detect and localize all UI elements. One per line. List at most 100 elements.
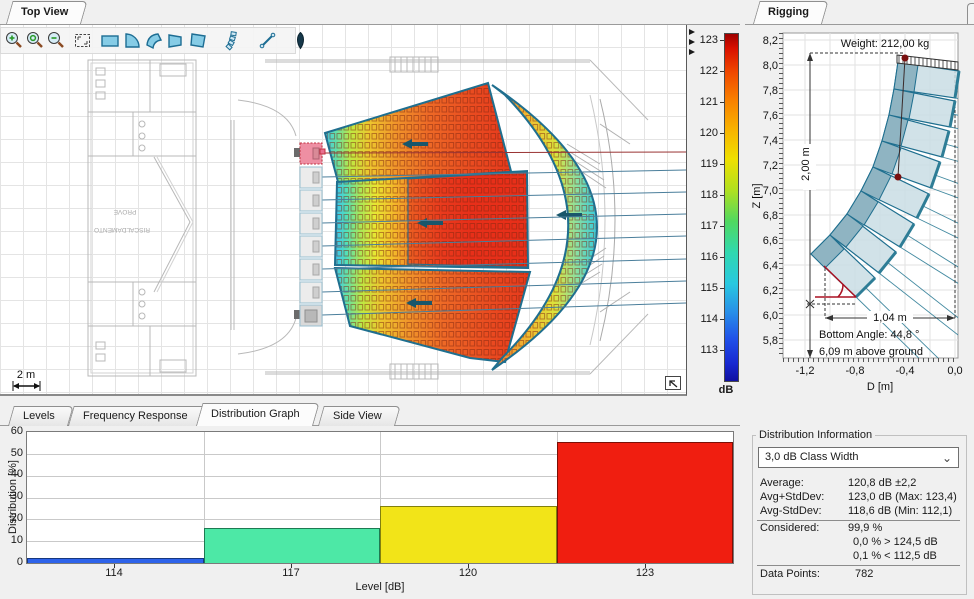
source-8[interactable] xyxy=(294,305,322,326)
chart-x-tick: 120 xyxy=(448,567,488,579)
source-3[interactable] xyxy=(300,190,322,211)
height-dimension-label: 2,00 m xyxy=(800,147,812,181)
weight-label: Weight: 212,00 kg xyxy=(841,38,929,50)
tab-rigging[interactable]: Rigging xyxy=(753,1,822,24)
zoom-in-icon xyxy=(3,30,24,51)
tab-distribution-graph[interactable]: Distribution Graph xyxy=(196,403,313,426)
colorbar-tick: 115 xyxy=(687,282,718,294)
spl-prediction-app: Top View xyxy=(0,0,974,599)
chart-y-tick: 40 xyxy=(2,468,23,480)
map-toolbar xyxy=(0,27,296,54)
map-scale-marker: 2 m xyxy=(13,369,40,391)
source-7[interactable] xyxy=(300,282,322,303)
distribution-bar-117[interactable] xyxy=(204,528,381,563)
line-source-tool-icon xyxy=(257,30,278,51)
stairs-top xyxy=(390,57,438,72)
svg-text:8,0: 8,0 xyxy=(763,60,778,72)
chart-y-tick: 60 xyxy=(2,425,23,437)
audience-areas xyxy=(325,83,597,370)
zoom-reset-icon xyxy=(24,30,45,51)
stat-label: Considered: xyxy=(760,522,819,535)
stat-value: 0,1 % < 112,5 dB xyxy=(853,550,937,563)
bottom-angle-label: Bottom Angle: 44,8 ° xyxy=(819,329,919,341)
source-2[interactable] xyxy=(300,167,322,188)
stat-label: Avg+StdDev: xyxy=(760,491,824,504)
top-view-panel: Top View xyxy=(0,0,740,404)
svg-text:7,4: 7,4 xyxy=(763,135,778,147)
source-5[interactable] xyxy=(300,236,322,257)
tab-partial[interactable] xyxy=(967,3,974,24)
separator xyxy=(757,520,960,521)
line-array-tool-button[interactable] xyxy=(222,29,243,52)
colorbar-tick: 121 xyxy=(687,96,718,108)
zoom-in-button[interactable] xyxy=(3,29,24,52)
splitter-collapse-icon[interactable] xyxy=(689,49,695,55)
line-array-tool-icon xyxy=(222,30,243,51)
sound-sources xyxy=(294,143,325,326)
zoom-out-icon xyxy=(45,30,66,51)
class-width-selected-value: 3,0 dB Class Width xyxy=(765,451,859,463)
source-1-selected[interactable] xyxy=(294,143,325,164)
draw-polygon-button[interactable] xyxy=(187,29,209,52)
distribution-bar-123[interactable] xyxy=(557,442,734,563)
tab-levels[interactable]: Levels xyxy=(8,406,68,426)
draw-rectangle-button[interactable] xyxy=(99,29,121,52)
stat-value: 0,0 % > 124,5 dB xyxy=(853,536,938,549)
zoom-out-button[interactable] xyxy=(45,29,66,52)
tab-top-view-label: Top View xyxy=(21,6,68,18)
tab-levels-label: Levels xyxy=(23,410,55,422)
audience-zone-lower[interactable] xyxy=(335,268,530,362)
chart-y-tick: 50 xyxy=(2,447,23,459)
tab-side-view[interactable]: Side View xyxy=(318,406,395,426)
stat-value: 782 xyxy=(855,568,873,581)
venue-map[interactable]: PROVE RISCALDAMENTO xyxy=(0,24,687,396)
audience-zone-upper[interactable] xyxy=(325,83,512,182)
pick-point[interactable] xyxy=(902,55,909,62)
colorbar-gradient xyxy=(724,33,739,382)
width-dimension-label: 1,04 m xyxy=(873,312,907,324)
svg-text:6,0: 6,0 xyxy=(763,310,778,322)
above-ground-label: 6,09 m above ground xyxy=(819,346,923,358)
point-source-tool-button[interactable] xyxy=(290,29,311,52)
fit-view-icon xyxy=(72,30,93,51)
svg-text:7,2: 7,2 xyxy=(763,160,778,172)
analysis-panel: Levels Frequency Response Distribution G… xyxy=(0,404,740,599)
rigging-y-axis: 8,2 8,0 7,8 7,6 7,4 7,2 7,0 6,8 6,6 6,4 … xyxy=(763,35,778,347)
source-6[interactable] xyxy=(300,259,322,280)
svg-text:6,4: 6,4 xyxy=(763,260,778,272)
svg-text:-1,2: -1,2 xyxy=(796,365,815,377)
distribution-histogram xyxy=(26,431,734,564)
fit-view-button[interactable] xyxy=(72,29,93,52)
svg-text:7,8: 7,8 xyxy=(763,85,778,97)
svg-text:7,0: 7,0 xyxy=(763,185,778,197)
source-4[interactable] xyxy=(300,213,322,234)
stat-label: Data Points: xyxy=(760,568,820,581)
tab-frequency-response-label: Frequency Response xyxy=(83,410,188,422)
chart-x-tick: 114 xyxy=(94,567,134,579)
reset-view-button[interactable] xyxy=(665,376,681,390)
colorbar-tick: 122 xyxy=(687,65,718,77)
draw-trapezoid-button[interactable] xyxy=(165,29,187,52)
tab-frequency-response[interactable]: Frequency Response xyxy=(68,406,201,426)
zoom-reset-button[interactable] xyxy=(24,29,45,52)
colorbar-tick: 123 xyxy=(687,34,718,46)
tab-top-view[interactable]: Top View xyxy=(6,1,81,24)
chevron-down-icon: ⌄ xyxy=(942,449,952,468)
svg-text:5,8: 5,8 xyxy=(763,335,778,347)
audience-zone-main[interactable] xyxy=(335,171,528,268)
draw-quarter-circle-button[interactable] xyxy=(121,29,143,52)
chart-y-tick: 0 xyxy=(2,556,23,568)
class-width-dropdown[interactable]: 3,0 dB Class Width ⌄ xyxy=(758,447,959,468)
distribution-bar-120[interactable] xyxy=(380,506,557,563)
line-source-tool-button[interactable] xyxy=(257,29,278,52)
draw-arc-segment-button[interactable] xyxy=(143,29,165,52)
center-of-gravity-point[interactable] xyxy=(895,174,902,181)
svg-text:8,2: 8,2 xyxy=(763,35,778,47)
svg-text:-0,8: -0,8 xyxy=(846,365,865,377)
distribution-information-panel: Distribution Information 3,0 dB Class Wi… xyxy=(745,404,974,599)
tab-side-view-label: Side View xyxy=(333,410,382,422)
distribution-bar-114[interactable] xyxy=(27,558,204,563)
svg-text:6,2: 6,2 xyxy=(763,285,778,297)
chart-x-tick: 123 xyxy=(625,567,665,579)
colorbar-tick: 120 xyxy=(687,127,718,139)
